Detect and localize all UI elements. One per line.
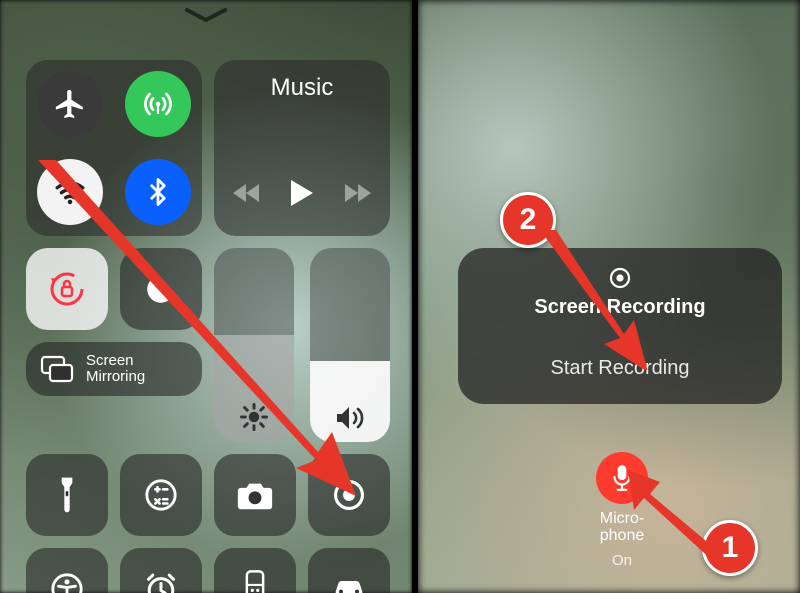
record-icon — [608, 266, 632, 290]
remote-icon — [245, 570, 265, 593]
accessibility-icon — [50, 572, 84, 593]
calculator-button[interactable] — [120, 454, 202, 536]
microphone-icon — [610, 464, 634, 492]
bluetooth-toggle[interactable] — [125, 159, 191, 225]
wifi-icon — [53, 175, 87, 209]
record-icon — [332, 478, 366, 512]
microphone-toggle[interactable] — [596, 452, 648, 504]
flashlight-icon — [51, 475, 83, 515]
calculator-icon — [144, 478, 178, 512]
camera-button[interactable] — [214, 454, 296, 536]
alarm-icon — [143, 572, 179, 593]
screen-record-button[interactable] — [308, 454, 390, 536]
airplane-icon — [53, 87, 87, 121]
do-not-disturb-toggle[interactable] — [120, 248, 202, 330]
connectivity-card — [26, 60, 202, 236]
speaker-icon — [334, 404, 366, 432]
alarm-button[interactable] — [120, 548, 202, 593]
music-title: Music — [271, 74, 334, 102]
rewind-icon[interactable] — [233, 182, 261, 204]
control-center-panel: Music — [0, 0, 412, 593]
accessibility-button[interactable] — [26, 548, 108, 593]
flashlight-button[interactable] — [26, 454, 108, 536]
screen-mirroring-button[interactable]: Screen Mirroring — [26, 342, 202, 396]
chevron-down-icon[interactable] — [183, 6, 229, 31]
screen-mirroring-icon — [40, 355, 74, 383]
screen-recording-panel: Screen Recording Start Recording Micro- … — [418, 0, 800, 593]
apple-tv-remote-button[interactable] — [214, 548, 296, 593]
play-icon[interactable] — [289, 178, 315, 208]
screen-recording-card: Screen Recording Start Recording — [458, 248, 782, 404]
bluetooth-icon — [143, 177, 173, 207]
cellular-icon — [141, 87, 175, 121]
annotation-step-1: 1 — [702, 520, 758, 576]
cellular-data-toggle[interactable] — [125, 71, 191, 137]
camera-icon — [235, 479, 275, 511]
recording-title: Screen Recording — [534, 296, 705, 319]
annotation-step-2: 2 — [500, 192, 556, 248]
moon-icon — [142, 270, 180, 308]
airplane-mode-toggle[interactable] — [37, 71, 103, 137]
car-icon — [329, 575, 369, 593]
start-recording-button[interactable]: Start Recording — [551, 357, 690, 380]
microphone-state: On — [584, 552, 660, 569]
orientation-lock-toggle[interactable] — [26, 248, 108, 330]
rotation-lock-icon — [45, 267, 89, 311]
sun-icon — [239, 402, 269, 432]
wifi-toggle[interactable] — [37, 159, 103, 225]
driving-mode-button[interactable] — [308, 548, 390, 593]
volume-slider[interactable] — [310, 248, 390, 442]
forward-icon[interactable] — [343, 182, 371, 204]
music-card[interactable]: Music — [214, 60, 390, 236]
microphone-label: Micro- phone — [584, 510, 660, 544]
brightness-slider[interactable] — [214, 248, 294, 442]
screen-mirroring-label: Screen Mirroring — [86, 353, 145, 385]
controls-grid — [26, 454, 390, 593]
